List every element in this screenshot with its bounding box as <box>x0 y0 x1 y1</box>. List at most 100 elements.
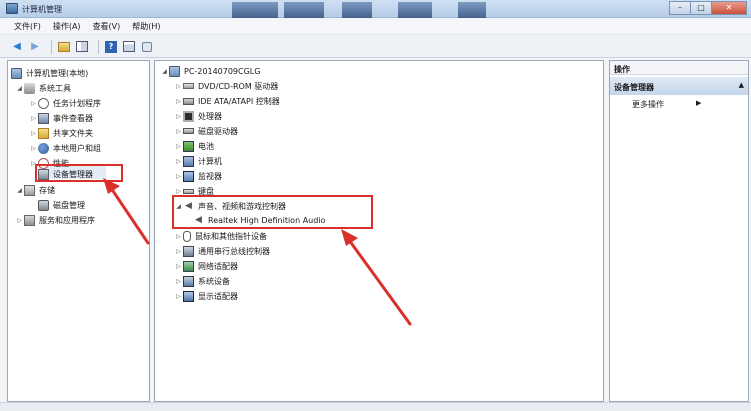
annotation-highlight-box <box>35 164 123 182</box>
expand-icon[interactable]: ▷ <box>174 263 183 270</box>
mouse-icon <box>183 230 191 242</box>
collapse-icon[interactable]: ◢ <box>160 68 169 75</box>
expand-icon[interactable]: ▷ <box>29 130 38 137</box>
tools-icon <box>24 82 35 94</box>
expand-icon[interactable]: ▷ <box>174 293 183 300</box>
window-title: 计算机管理 <box>22 5 62 14</box>
device-category-display[interactable]: ▷ 显示适配器 <box>174 289 238 303</box>
disk-drive-icon <box>183 128 194 134</box>
tree-item-storage[interactable]: ◢ 存储 <box>15 183 55 197</box>
disk-management-icon <box>38 199 49 211</box>
show-hide-tree-icon[interactable] <box>75 40 89 54</box>
expand-icon[interactable]: ▷ <box>29 145 38 152</box>
device-category-ide[interactable]: ▷ IDE ATA/ATAPI 控制器 <box>174 94 280 108</box>
expand-icon[interactable]: ▷ <box>174 143 183 150</box>
actions-header: 操作 <box>610 61 748 75</box>
device-category-battery[interactable]: ▷ 电池 <box>174 139 214 153</box>
help-icon[interactable]: ? <box>104 40 118 54</box>
tree-item-root[interactable]: 计算机管理(本地) <box>11 66 88 80</box>
device-category-network[interactable]: ▷ 网络适配器 <box>174 259 238 273</box>
expand-icon[interactable]: ▷ <box>15 217 24 224</box>
submenu-arrow-icon: ▶ <box>696 99 702 107</box>
toolbar-separator <box>51 39 52 54</box>
collapse-up-icon[interactable]: ▲ <box>739 81 744 89</box>
device-category-disk[interactable]: ▷ 磁盘驱动器 <box>174 124 238 138</box>
computer-management-icon <box>6 3 18 14</box>
more-actions-link[interactable]: 更多操作 <box>632 99 664 110</box>
window-controls: – □ ✕ <box>669 1 747 16</box>
collapse-icon[interactable]: ◢ <box>15 85 24 92</box>
device-category-label: 处理器 <box>198 111 222 121</box>
properties-icon[interactable] <box>122 40 136 54</box>
expand-icon[interactable]: ▷ <box>174 113 183 120</box>
maximize-button[interactable]: □ <box>690 1 712 15</box>
expand-icon[interactable]: ▷ <box>174 173 183 180</box>
tree-item-event-viewer[interactable]: ▷ 事件查看器 <box>29 111 93 125</box>
tree-item-disk-management[interactable]: 磁盘管理 <box>38 198 85 212</box>
display-adapter-icon <box>183 290 194 302</box>
expand-icon[interactable]: ▷ <box>29 115 38 122</box>
menu-action[interactable]: 操作(A) <box>53 21 81 32</box>
tree-item-system-tools[interactable]: ◢ 系统工具 <box>15 81 71 95</box>
taskbar-thumbnail <box>284 2 324 18</box>
expand-icon[interactable]: ▷ <box>174 83 183 90</box>
forward-arrow-icon[interactable]: ▶ <box>28 40 42 54</box>
device-category-dvd[interactable]: ▷ DVD/CD-ROM 驱动器 <box>174 79 278 93</box>
expand-icon[interactable]: ▷ <box>174 158 183 165</box>
computer-management-icon <box>11 67 22 79</box>
network-adapter-icon <box>183 260 194 272</box>
battery-icon <box>183 140 194 152</box>
menu-view[interactable]: 查看(V) <box>93 21 121 32</box>
title-bar[interactable]: 计算机管理 – □ ✕ <box>0 0 751 18</box>
expand-icon[interactable]: ▷ <box>174 188 183 195</box>
minimize-button[interactable]: – <box>669 1 691 15</box>
expand-icon[interactable]: ▷ <box>174 128 183 135</box>
device-category-computer[interactable]: ▷ 计算机 <box>174 154 222 168</box>
expand-icon[interactable]: ▷ <box>174 233 183 240</box>
device-category-cpu[interactable]: ▷ 处理器 <box>174 109 222 123</box>
collapse-icon[interactable]: ◢ <box>15 187 24 194</box>
back-arrow-icon[interactable]: ◀ <box>10 40 24 54</box>
keyboard-icon <box>183 188 194 194</box>
menu-help[interactable]: 帮助(H) <box>132 21 160 32</box>
actions-section-label: 设备管理器 <box>614 83 654 92</box>
menu-file[interactable]: 文件(F) <box>14 21 41 32</box>
tree-item-local-users[interactable]: ▷ 本地用户和组 <box>29 141 101 155</box>
computer-icon <box>183 155 194 167</box>
tree-item-task-scheduler[interactable]: ▷ 任务计划程序 <box>29 96 101 110</box>
console-tree-pane[interactable]: 计算机管理(本地) ◢ 系统工具 ▷ 任务计划程序 ▷ 事件查看器 ▷ 共享文件… <box>7 60 150 402</box>
clock-icon <box>38 97 49 109</box>
up-folder-icon[interactable] <box>57 40 71 54</box>
device-tree-root[interactable]: ◢ PC-20140709CGLG <box>160 64 260 78</box>
event-viewer-icon <box>38 112 49 124</box>
dvd-drive-icon <box>183 83 194 89</box>
expand-icon[interactable]: ▷ <box>174 98 183 105</box>
usb-controller-icon <box>183 245 194 257</box>
device-category-label: 计算机 <box>198 156 222 166</box>
device-category-label: 通用串行总线控制器 <box>198 246 270 256</box>
actions-pane: 操作 设备管理器 ▲ 更多操作 ▶ <box>609 60 749 402</box>
expand-icon[interactable]: ▷ <box>29 100 38 107</box>
device-category-label: DVD/CD-ROM 驱动器 <box>198 81 279 91</box>
tree-item-shared-folders[interactable]: ▷ 共享文件夹 <box>29 126 93 140</box>
tree-item-services[interactable]: ▷ 服务和应用程序 <box>15 213 95 227</box>
toolbar-separator <box>98 39 99 54</box>
device-category-label: 系统设备 <box>198 276 230 286</box>
actions-section-device-manager[interactable]: 设备管理器 ▲ <box>610 77 748 95</box>
device-category-monitor[interactable]: ▷ 监视器 <box>174 169 222 183</box>
device-category-label: 显示适配器 <box>198 291 238 301</box>
device-tree-pane[interactable]: ◢ PC-20140709CGLG ▷ DVD/CD-ROM 驱动器 ▷ IDE… <box>154 60 604 402</box>
expand-icon[interactable]: ▷ <box>174 278 183 285</box>
tree-item-label: 磁盘管理 <box>53 200 85 210</box>
toolbar: ◀ ▶ ? <box>0 36 751 58</box>
close-button[interactable]: ✕ <box>711 1 747 15</box>
ide-controller-icon <box>183 97 194 105</box>
refresh-icon[interactable] <box>140 40 154 54</box>
device-category-mouse[interactable]: ▷ 鼠标和其他指针设备 <box>174 229 267 243</box>
tree-item-label: 共享文件夹 <box>53 128 93 138</box>
services-icon <box>24 214 35 226</box>
menu-bar: 文件(F) 操作(A) 查看(V) 帮助(H) <box>0 18 751 35</box>
device-category-usb[interactable]: ▷ 通用串行总线控制器 <box>174 244 270 258</box>
expand-icon[interactable]: ▷ <box>174 248 183 255</box>
device-category-system[interactable]: ▷ 系统设备 <box>174 274 230 288</box>
